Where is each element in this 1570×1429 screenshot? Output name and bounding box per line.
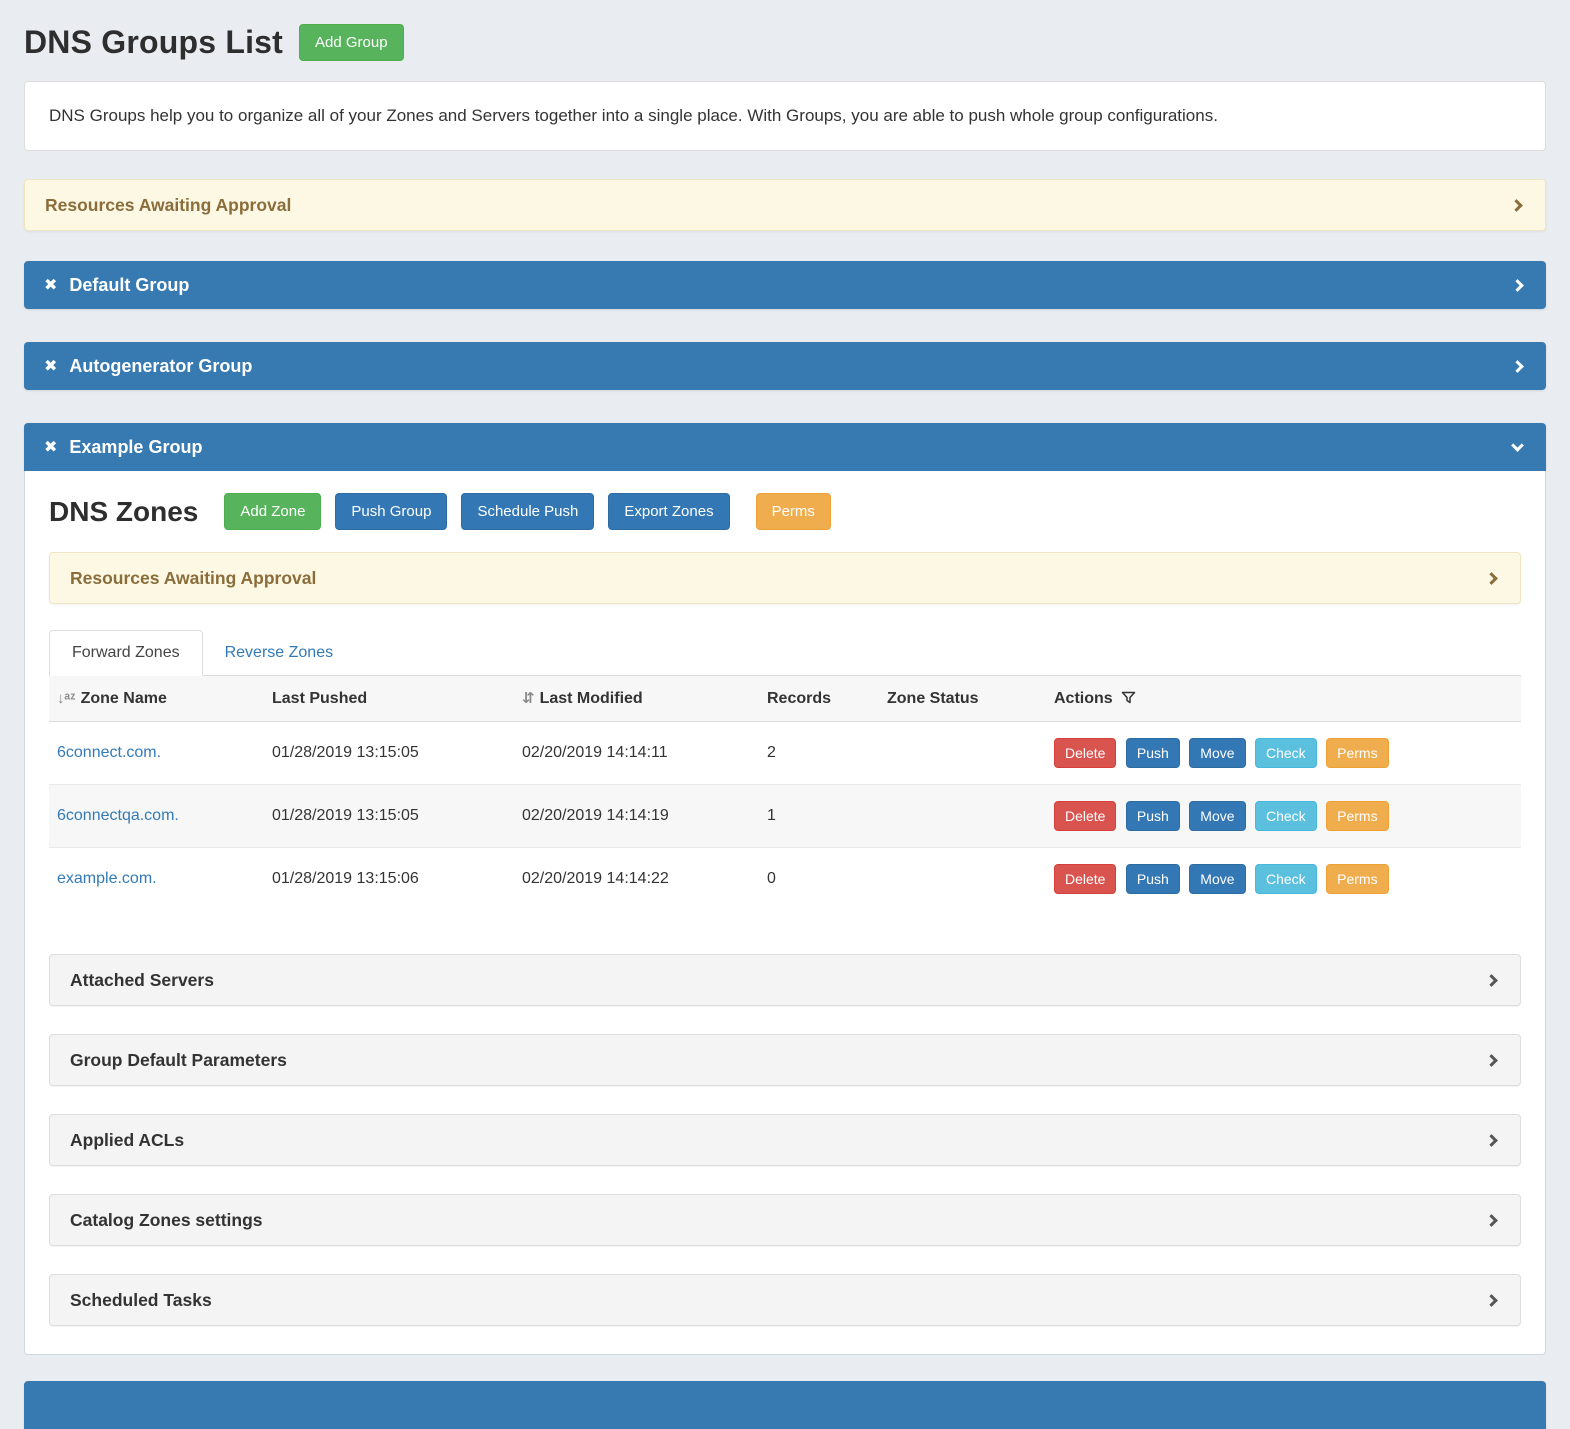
records-cell: 0 [759,848,879,911]
column-zone-status[interactable]: Zone Status [879,676,1046,722]
accordion-label: Catalog Zones settings [70,1210,263,1231]
column-records[interactable]: Records [759,676,879,722]
chevron-right-icon [1485,974,1498,987]
check-button[interactable]: Check [1255,738,1317,768]
column-actions[interactable]: Actions [1046,676,1521,722]
move-button[interactable]: Move [1189,801,1245,831]
chevron-right-icon [1485,1134,1498,1147]
add-zone-button[interactable]: Add Zone [224,493,321,530]
example-group-body: DNS Zones Add Zone Push Group Schedule P… [24,471,1546,1355]
last-pushed-cell: 01/28/2019 13:15:06 [264,848,514,911]
check-button[interactable]: Check [1255,801,1317,831]
zone-status-cell [879,785,1046,848]
title-row: DNS Groups List Add Group [24,24,1546,61]
chevron-right-icon [1485,1214,1498,1227]
tab-reverse-zones[interactable]: Reverse Zones [203,631,356,675]
chevron-down-icon [1511,439,1524,452]
group-header-autogenerator[interactable]: ✖ Autogenerator Group [24,342,1546,390]
zone-status-cell [879,848,1046,911]
records-cell: 2 [759,722,879,785]
tab-forward-zones[interactable]: Forward Zones [49,630,203,676]
zone-status-cell [879,722,1046,785]
last-modified-cell: 02/20/2019 14:14:22 [514,848,759,911]
page-title: DNS Groups List [24,24,283,61]
add-group-button[interactable]: Add Group [299,24,404,61]
delete-button[interactable]: Delete [1054,738,1116,768]
delete-button[interactable]: Delete [1054,864,1116,894]
chevron-right-icon [1485,572,1498,585]
perms-button[interactable]: Perms [756,493,831,530]
last-pushed-cell: 01/28/2019 13:15:05 [264,785,514,848]
move-button[interactable]: Move [1189,738,1245,768]
accordion-applied-acls[interactable]: Applied ACLs [49,1114,1521,1166]
approval-label: Resources Awaiting Approval [70,568,316,589]
approval-panel[interactable]: Resources Awaiting Approval [24,179,1546,231]
last-modified-cell: 02/20/2019 14:14:11 [514,722,759,785]
chevron-right-icon [1485,1294,1498,1307]
last-pushed-cell: 01/28/2019 13:15:05 [264,722,514,785]
table-row: 6connect.com. 01/28/2019 13:15:05 02/20/… [49,722,1521,785]
accordion-label: Scheduled Tasks [70,1290,212,1311]
check-button[interactable]: Check [1255,864,1317,894]
accordion-label: Attached Servers [70,970,214,991]
last-modified-cell: 02/20/2019 14:14:19 [514,785,759,848]
table-row: example.com. 01/28/2019 13:15:06 02/20/2… [49,848,1521,911]
accordion-catalog-zones-settings[interactable]: Catalog Zones settings [49,1194,1521,1246]
page: DNS Groups List Add Group DNS Groups hel… [0,0,1570,1429]
column-last-modified[interactable]: ⇵Last Modified [514,676,759,722]
perms-row-button[interactable]: Perms [1326,801,1388,831]
close-icon[interactable]: ✖ [44,275,57,295]
push-group-button[interactable]: Push Group [335,493,447,530]
chevron-right-icon [1511,360,1524,373]
accordion-label: Applied ACLs [70,1130,184,1151]
chevron-right-icon [1511,279,1524,292]
zone-name-link[interactable]: 6connectqa.com. [57,807,179,824]
accordion-scheduled-tasks[interactable]: Scheduled Tasks [49,1274,1521,1326]
accordion-label: Group Default Parameters [70,1050,287,1071]
description-box: DNS Groups help you to organize all of y… [24,81,1546,151]
sort-updown-icon: ⇵ [522,690,535,707]
filter-icon[interactable] [1121,690,1136,705]
group-header-example[interactable]: ✖ Example Group [24,423,1546,471]
group-name: Example Group [69,437,202,458]
zone-name-link[interactable]: example.com. [57,870,157,887]
group-header-partial[interactable] [24,1381,1546,1429]
export-zones-button[interactable]: Export Zones [608,493,729,530]
close-icon[interactable]: ✖ [44,437,57,457]
records-cell: 1 [759,785,879,848]
chevron-right-icon [1510,199,1523,212]
push-button[interactable]: Push [1126,801,1180,831]
perms-row-button[interactable]: Perms [1326,738,1388,768]
table-header-row: ↓ᵃᶻZone Name Last Pushed ⇵Last Modified … [49,676,1521,722]
perms-row-button[interactable]: Perms [1326,864,1388,894]
group-header-default[interactable]: ✖ Default Group [24,261,1546,309]
delete-button[interactable]: Delete [1054,801,1116,831]
group-name: Autogenerator Group [69,356,252,377]
accordion-group-default-parameters[interactable]: Group Default Parameters [49,1034,1521,1086]
sort-az-icon: ↓ᵃᶻ [57,690,76,707]
zone-name-link[interactable]: 6connect.com. [57,744,161,761]
schedule-push-button[interactable]: Schedule Push [461,493,594,530]
close-icon[interactable]: ✖ [44,356,57,376]
push-button[interactable]: Push [1126,738,1180,768]
dns-zones-title: DNS Zones [49,496,198,528]
table-row: 6connectqa.com. 01/28/2019 13:15:05 02/2… [49,785,1521,848]
dns-zones-toolbar: DNS Zones Add Zone Push Group Schedule P… [49,493,1521,530]
move-button[interactable]: Move [1189,864,1245,894]
column-last-pushed[interactable]: Last Pushed [264,676,514,722]
column-zone-name[interactable]: ↓ᵃᶻZone Name [49,676,264,722]
zones-tabs: Forward Zones Reverse Zones [49,630,1521,676]
group-name: Default Group [69,275,189,296]
approval-label: Resources Awaiting Approval [45,195,291,216]
approval-panel-inner[interactable]: Resources Awaiting Approval [49,552,1521,604]
accordion-attached-servers[interactable]: Attached Servers [49,954,1521,1006]
zones-table: ↓ᵃᶻZone Name Last Pushed ⇵Last Modified … [49,676,1521,910]
chevron-right-icon [1485,1054,1498,1067]
push-button[interactable]: Push [1126,864,1180,894]
